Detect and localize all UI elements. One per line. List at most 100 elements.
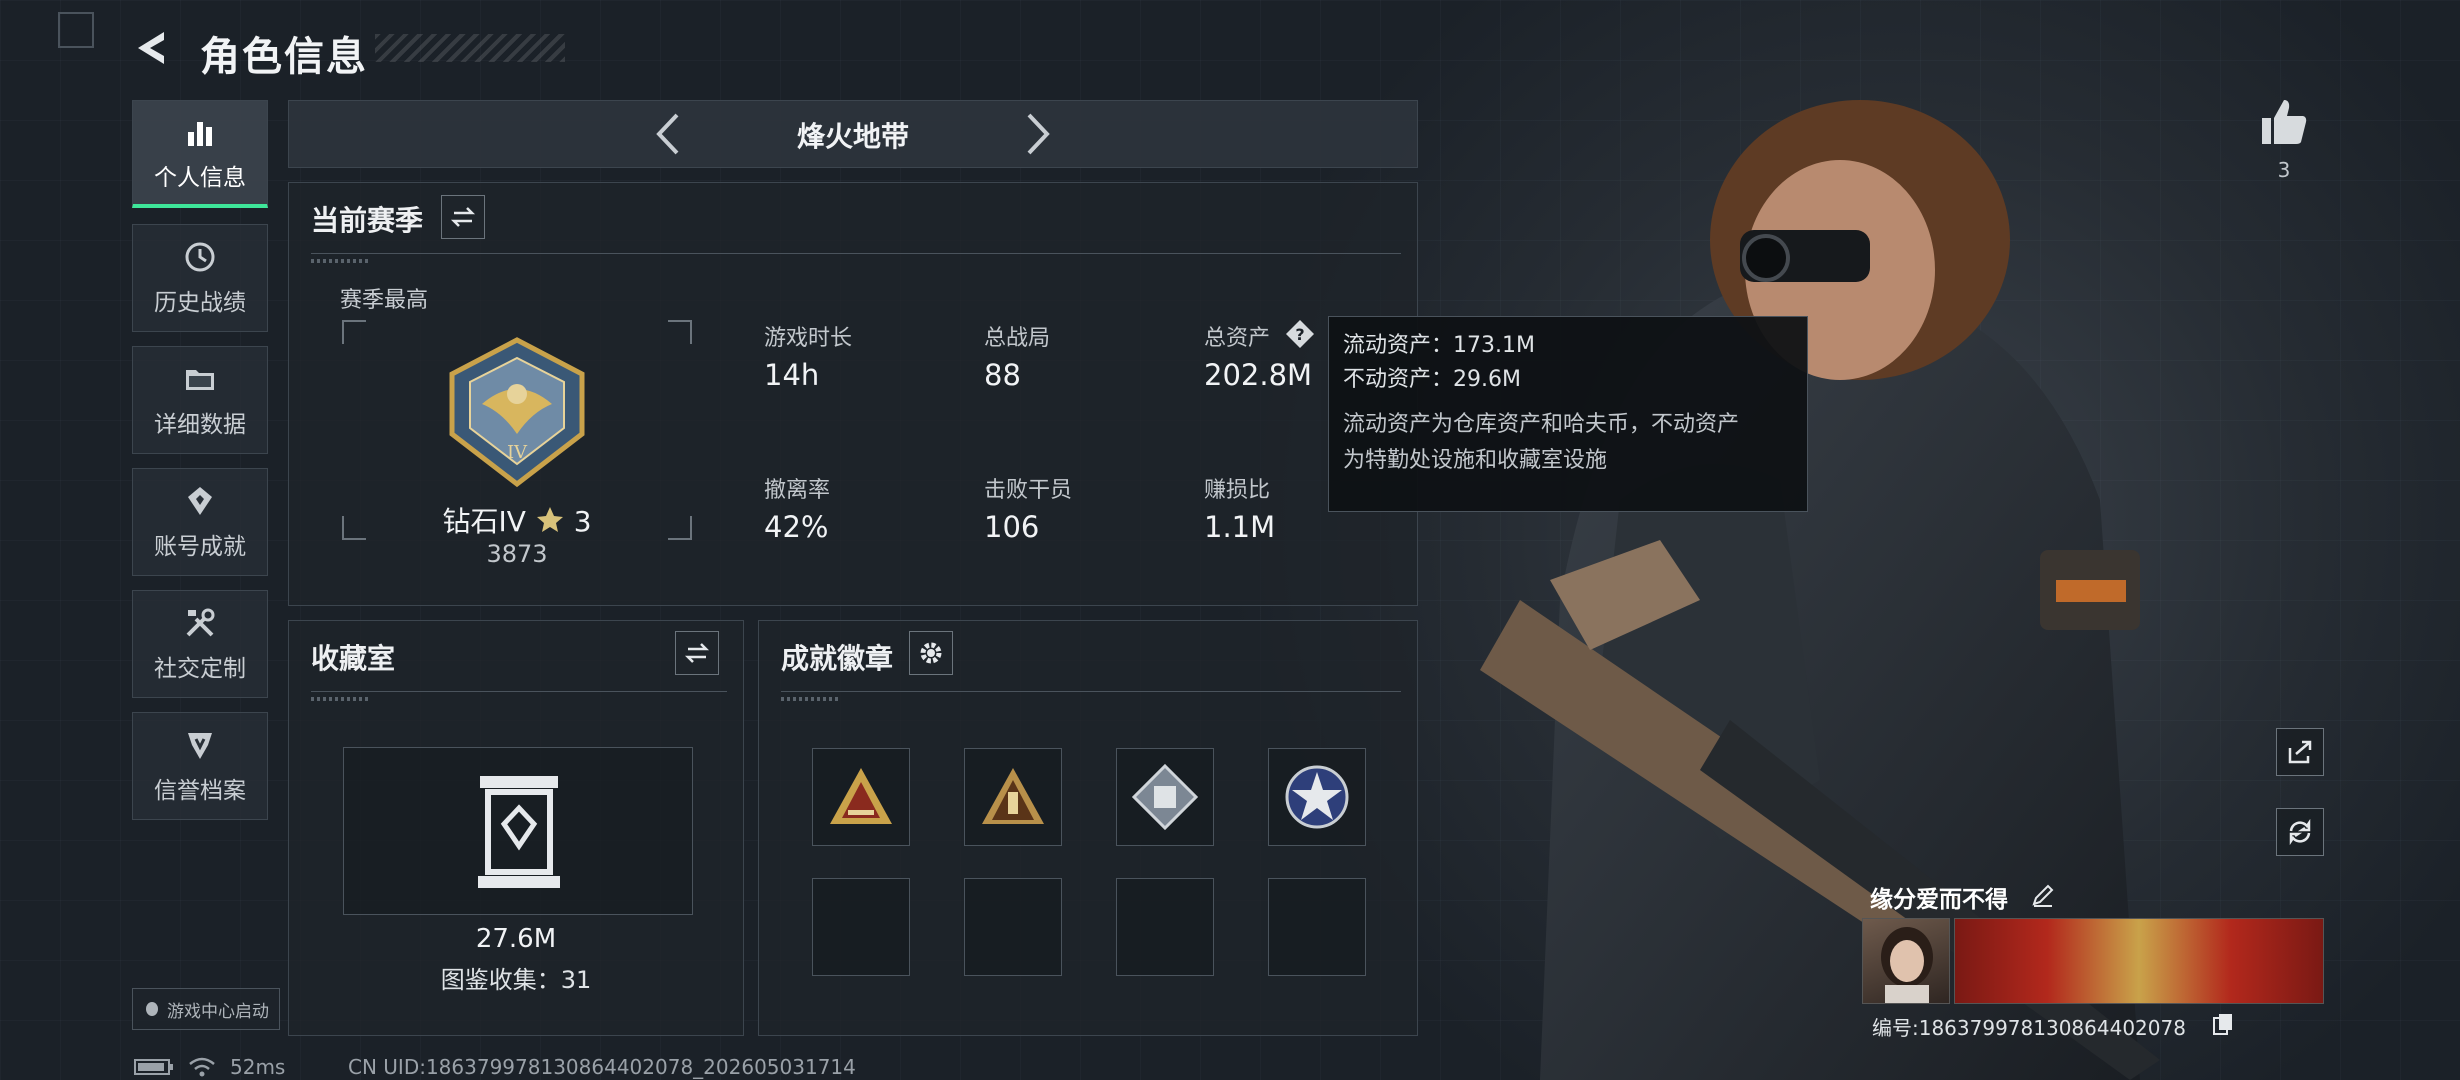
- triangle-badge-icon: [830, 768, 892, 824]
- stat-value-extraction-rate: 42%: [764, 510, 829, 544]
- tooltip-description-line1: 流动资产为仓库资产和哈夫币，不动资产: [1343, 412, 1740, 437]
- sidebar-item-label: 历史战绩: [154, 290, 246, 316]
- collection-switch-button[interactable]: [675, 631, 719, 675]
- season-best-label: 赛季最高: [340, 288, 429, 313]
- divider: [311, 691, 727, 692]
- gear-icon: [920, 642, 942, 664]
- credit-icon: [188, 733, 212, 759]
- stat-value-total-assets: 202.8M: [1204, 358, 1313, 392]
- rank-name: 钻石IV: [442, 505, 526, 538]
- sidebar-item-history[interactable]: 历史战绩: [132, 224, 268, 332]
- season-switch-button[interactable]: [441, 195, 485, 239]
- next-arrow-icon[interactable]: [1011, 109, 1061, 159]
- collection-title: 收藏室: [311, 642, 396, 675]
- edit-icon[interactable]: [2030, 882, 2056, 908]
- stat-label-total-assets: 总资产: [1204, 326, 1271, 351]
- bar-chart-icon: [188, 121, 212, 146]
- tooltip-fixed-assets: 不动资产：29.6M: [1343, 367, 1521, 392]
- season-title: 当前赛季: [311, 204, 424, 237]
- badge-slot-empty[interactable]: [812, 878, 910, 976]
- assets-tooltip: 流动资产：173.1M 不动资产：29.6M 流动资产为仓库资产和哈夫币，不动资…: [1328, 316, 1808, 512]
- page-title: 角色信息: [200, 34, 368, 80]
- game-center-label: 游戏中心启动: [167, 1001, 269, 1022]
- player-id: 编号:186379978130864402078: [1872, 1016, 2186, 1040]
- collection-room-preview[interactable]: [343, 747, 693, 915]
- sidebar-item-detailed-data[interactable]: 详细数据: [132, 346, 268, 454]
- badge-slot[interactable]: [812, 748, 910, 846]
- tools-icon: [186, 608, 215, 637]
- divider-marks: [781, 697, 841, 701]
- badge-slot-empty[interactable]: [1268, 878, 1366, 976]
- help-icon[interactable]: ?: [1284, 318, 1316, 350]
- sidebar-item-label: 信誉档案: [154, 778, 246, 804]
- stat-label-total-matches: 总战局: [984, 326, 1051, 351]
- stat-value-playtime: 14h: [764, 358, 820, 392]
- map-selector: 烽火地带: [288, 100, 1418, 168]
- divider-marks: [311, 259, 371, 263]
- stat-value-total-matches: 88: [984, 358, 1021, 392]
- status-bar: 52ms: [134, 1055, 285, 1079]
- stat-value-kills: 106: [984, 510, 1040, 544]
- stat-label-profit-ratio: 赚损比: [1204, 478, 1271, 503]
- player-name: 缘分爱而不得: [1870, 887, 2008, 913]
- divider: [311, 253, 1401, 254]
- tooltip-description-line2: 为特勤处设施和收藏室设施: [1343, 448, 1608, 473]
- avatar[interactable]: [1862, 918, 1950, 1004]
- share-button[interactable]: [2276, 728, 2324, 776]
- back-arrow-icon[interactable]: [132, 26, 176, 70]
- share-icon: [2288, 740, 2312, 764]
- swap-icon: [450, 207, 476, 227]
- stat-label-kills: 击败干员: [984, 478, 1073, 503]
- rank-stars: 3: [573, 505, 592, 538]
- achievement-icon: [188, 487, 212, 515]
- badge-slot[interactable]: [1116, 748, 1214, 846]
- badge-slot-empty[interactable]: [1116, 878, 1214, 976]
- sidebar-item-label: 账号成就: [154, 534, 246, 560]
- triangle-badge-icon: [982, 768, 1044, 824]
- clock-icon: [185, 242, 215, 272]
- badge-slot[interactable]: [1268, 748, 1366, 846]
- collection-value: 27.6M: [475, 924, 557, 954]
- star-badge-icon: [1285, 765, 1349, 829]
- battery-icon: [134, 1059, 173, 1075]
- player-banner[interactable]: [1954, 918, 2324, 1004]
- stat-value-profit-ratio: 1.1M: [1204, 510, 1276, 544]
- divider-marks: [311, 697, 371, 701]
- uid-text: CN UID:186379978130864402078_20260503171…: [348, 1055, 856, 1079]
- rank-info: 钻石IV 3: [342, 500, 692, 540]
- stat-label-extraction-rate: 撤离率: [764, 478, 831, 503]
- svg-text:IV: IV: [507, 442, 528, 463]
- refresh-icon: [2289, 818, 2311, 846]
- game-center-button[interactable]: 游戏中心启动: [132, 988, 280, 1030]
- diamond-rank-emblem-icon: IV: [449, 337, 585, 488]
- sidebar-item-credit-record[interactable]: 信誉档案: [132, 712, 268, 820]
- sidebar-item-label: 社交定制: [154, 656, 246, 682]
- rank-score: 3873: [486, 540, 548, 568]
- badges-title: 成就徽章: [781, 642, 894, 675]
- collection-codex-count: 图鉴收集：31: [440, 966, 592, 994]
- copy-icon[interactable]: [2212, 1012, 2234, 1036]
- badge-slot-empty[interactable]: [964, 878, 1062, 976]
- like-count: 3: [2277, 158, 2291, 182]
- swap-icon: [684, 643, 710, 663]
- corner-decoration: [58, 12, 94, 48]
- diamond-badge-icon: [1131, 763, 1199, 831]
- folder-icon: [186, 370, 214, 390]
- sidebar-item-achievements[interactable]: 账号成就: [132, 468, 268, 576]
- sidebar-item-social-custom[interactable]: 社交定制: [132, 590, 268, 698]
- refresh-button[interactable]: [2276, 808, 2324, 856]
- tooltip-liquid-assets: 流动资产：173.1M: [1343, 333, 1535, 358]
- divider: [781, 691, 1401, 692]
- ping-value: 52ms: [230, 1055, 286, 1079]
- display-case-icon: [478, 776, 560, 888]
- badges-settings-button[interactable]: [909, 631, 953, 675]
- qq-icon: [146, 1002, 158, 1016]
- thumbs-up-icon[interactable]: [2258, 96, 2310, 148]
- svg-text:?: ?: [1295, 325, 1304, 344]
- sidebar-item-personal-info[interactable]: 个人信息: [132, 100, 268, 208]
- avatar-portrait-icon: [1881, 927, 1933, 1003]
- badge-slot[interactable]: [964, 748, 1062, 846]
- sidebar-item-label: 详细数据: [154, 412, 246, 438]
- sidebar-item-label: 个人信息: [154, 164, 246, 191]
- star-icon: [536, 507, 563, 532]
